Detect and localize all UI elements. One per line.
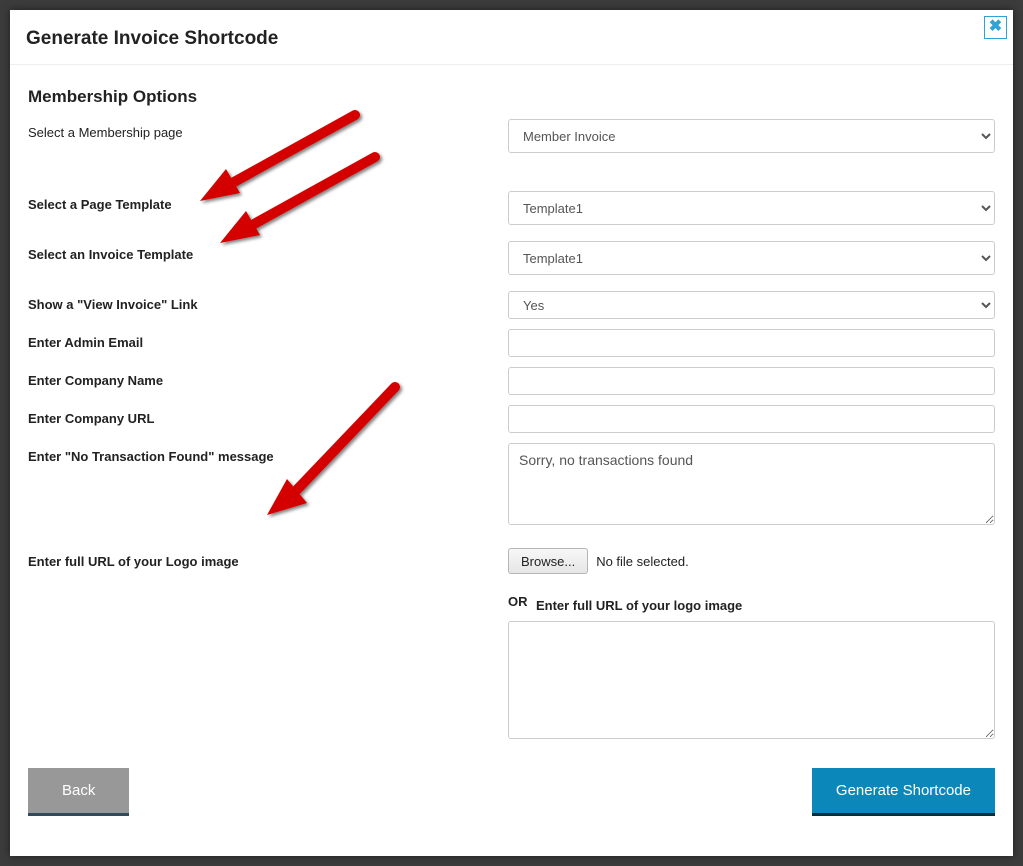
generate-shortcode-button[interactable]: Generate Shortcode [812,768,995,816]
modal-body: Membership Options Select a Membership p… [10,65,1013,754]
browse-button[interactable]: Browse... [508,548,588,574]
logo-url-sublabel: Enter full URL of your logo image [536,592,742,613]
membership-page-select[interactable]: Member Invoice [508,119,995,153]
no-transaction-textarea[interactable]: Sorry, no transactions found [508,443,995,525]
section-title: Membership Options [28,87,995,107]
modal: ✖ Generate Invoice Shortcode Membership … [10,10,1013,856]
page-template-select[interactable]: Template1 [508,191,995,225]
or-label: OR [508,592,528,609]
label-view-invoice-link: Show a "View Invoice" Link [28,291,508,312]
view-invoice-link-select[interactable]: Yes [508,291,995,319]
modal-title: Generate Invoice Shortcode [10,10,1013,65]
label-membership-page: Select a Membership page [28,119,508,140]
admin-email-input[interactable] [508,329,995,357]
company-url-input[interactable] [508,405,995,433]
close-icon[interactable]: ✖ [984,16,1007,39]
back-button[interactable]: Back [28,768,129,816]
logo-url-textarea[interactable] [508,621,995,739]
label-no-transaction-msg: Enter "No Transaction Found" message [28,443,508,464]
label-admin-email: Enter Admin Email [28,329,508,350]
label-logo-url: Enter full URL of your Logo image [28,548,508,569]
label-invoice-template: Select an Invoice Template [28,241,508,262]
label-company-name: Enter Company Name [28,367,508,388]
company-name-input[interactable] [508,367,995,395]
label-page-template: Select a Page Template [28,191,508,212]
file-status-text: No file selected. [596,554,689,569]
invoice-template-select[interactable]: Template1 [508,241,995,275]
label-company-url: Enter Company URL [28,405,508,426]
modal-footer: Back Generate Shortcode [28,768,995,816]
